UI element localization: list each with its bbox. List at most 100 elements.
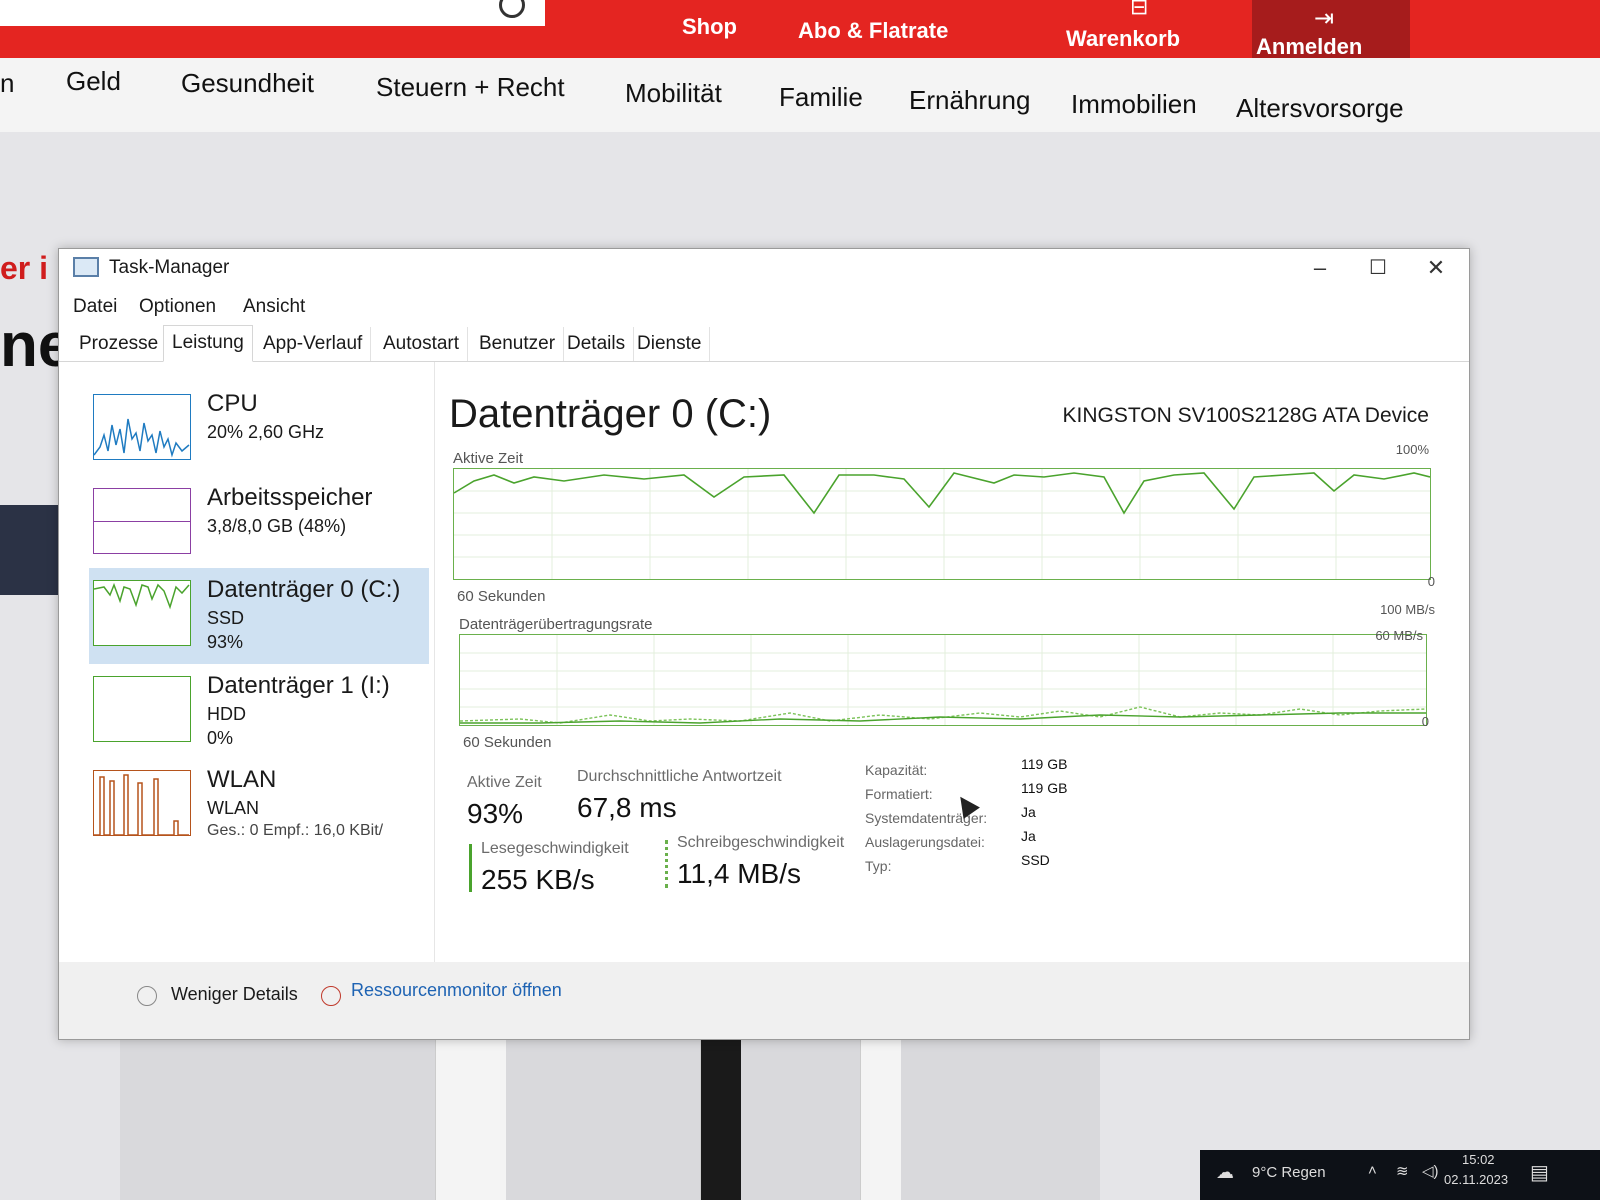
windows-taskbar: ☁ 9°C Regen ˄ ≋ ◁) 15:02 02.11.2023 ▤	[1200, 1150, 1600, 1200]
nav-item-mobilitaet[interactable]: Mobilität	[625, 78, 722, 109]
capacity-label: Kapazität:	[865, 762, 928, 778]
close-button[interactable]: ✕	[1409, 251, 1463, 285]
fewer-details-button[interactable]: Weniger Details	[171, 984, 298, 1005]
weather-icon[interactable]: ☁	[1216, 1162, 1234, 1183]
device-name: KINGSTON SV100S2128G ATA Device	[1062, 404, 1429, 427]
tab-app-verlauf[interactable]: App-Verlauf	[255, 327, 372, 361]
chevron-up-icon[interactable]	[137, 986, 157, 1006]
nav-item-partial[interactable]: n	[0, 68, 14, 99]
cart-icon: ⊟	[1130, 0, 1149, 19]
resource-disk-1[interactable]: Datenträger 1 (I:) HDD 0%	[89, 664, 429, 760]
formatted-value: 119 GB	[1021, 780, 1068, 796]
disk1-label: Datenträger 1 (I:)	[207, 672, 390, 699]
type-value: SSD	[1021, 852, 1050, 868]
nav-item-geld[interactable]: Geld	[66, 66, 121, 97]
cart-button[interactable]: ⊟ Warenkorb	[1030, 0, 1252, 58]
read-speed-indicator	[469, 844, 472, 892]
response-time-stat-value: 67,8 ms	[577, 792, 677, 823]
transfer-rate-max-label: 100 MB/s	[1380, 602, 1435, 617]
task-manager-app-icon	[73, 257, 99, 277]
open-resource-monitor-link[interactable]: Ressourcenmonitor öffnen	[351, 980, 562, 1001]
resource-cpu[interactable]: CPU 20% 2,60 GHz	[89, 382, 429, 478]
clock-date[interactable]: 02.11.2023	[1444, 1172, 1508, 1187]
active-time-graph-label: Aktive Zeit	[453, 450, 524, 467]
search-icon[interactable]	[499, 0, 525, 18]
maximize-button[interactable]: ☐	[1351, 251, 1405, 285]
nav-item-steuern-recht[interactable]: Steuern + Recht	[376, 72, 565, 103]
tab-dienste[interactable]: Dienste	[629, 327, 711, 361]
nav-item-immobilien[interactable]: Immobilien	[1071, 89, 1197, 120]
menu-datei[interactable]: Datei	[73, 296, 117, 318]
tab-prozesse[interactable]: Prozesse	[71, 327, 168, 361]
wlan-adapter: WLAN	[207, 798, 260, 818]
resource-monitor-icon[interactable]	[321, 986, 341, 1006]
resource-disk-0[interactable]: Datenträger 0 (C:) SSD 93%	[89, 568, 429, 664]
nav-item-gesundheit[interactable]: Gesundheit	[181, 68, 314, 99]
window-title: Task-Manager	[109, 257, 230, 278]
write-speed-value: 11,4 MB/s	[677, 858, 801, 889]
nav-item-altersvorsorge[interactable]: Altersvorsorge	[1236, 93, 1404, 124]
memory-thumbnail-graph	[93, 488, 191, 554]
menu-ansicht[interactable]: Ansicht	[243, 296, 305, 318]
title-bar[interactable]: Task-Manager – ☐ ✕	[59, 249, 1469, 287]
tab-benutzer[interactable]: Benutzer	[471, 327, 565, 361]
pagefile-value: Ja	[1021, 828, 1036, 844]
cart-label: Warenkorb	[1066, 26, 1181, 51]
login-icon: ⇥	[1314, 5, 1335, 32]
tray-chevron-icon[interactable]: ˄	[1368, 1162, 1377, 1179]
read-speed-label: Lesegeschwindigkeit	[481, 840, 629, 857]
capacity-value: 119 GB	[1021, 756, 1068, 772]
shop-link[interactable]: Shop	[682, 14, 737, 40]
system-disk-value: Ja	[1021, 804, 1036, 820]
disk0-usage: 93%	[207, 632, 244, 652]
write-speed-label: Schreibgeschwindigkeit	[677, 834, 845, 851]
resource-list: CPU 20% 2,60 GHz Arbeitsspeicher 3,8/8,0…	[59, 362, 435, 962]
volume-icon[interactable]: ◁)	[1422, 1162, 1439, 1180]
detail-title: Datenträger 0 (C:)	[449, 392, 772, 436]
tab-details[interactable]: Details	[559, 327, 635, 361]
site-search-bar[interactable]	[0, 0, 545, 26]
weather-text[interactable]: 9°C Regen	[1252, 1164, 1326, 1181]
hero-headline-fragment: er i	[0, 250, 49, 286]
window-footer: Weniger Details Ressourcenmonitor öffnen	[59, 962, 1469, 1038]
disk0-type: SSD	[207, 608, 245, 628]
active-time-stat-label: Aktive Zeit	[467, 774, 542, 791]
read-speed-value: 255 KB/s	[481, 864, 595, 895]
wlan-thumbnail-graph	[93, 770, 191, 836]
transfer-rate-graph	[459, 634, 1427, 726]
wifi-icon[interactable]: ≋	[1396, 1162, 1409, 1180]
site-category-nav: n Geld Gesundheit Steuern + Recht Mobili…	[0, 58, 1600, 132]
write-speed-indicator	[665, 840, 671, 888]
task-manager-window: Task-Manager – ☐ ✕ Datei Optionen Ansich…	[58, 248, 1470, 1040]
disk1-type: HDD	[207, 704, 246, 724]
type-label: Typ:	[865, 858, 892, 874]
transfer-rate-min-label: 0	[1421, 714, 1429, 729]
active-time-line	[454, 469, 1430, 579]
tab-leistung[interactable]: Leistung	[163, 325, 253, 362]
transfer-rate-mid-label: 60 MB/s	[1375, 628, 1423, 643]
disk0-thumbnail-graph	[93, 580, 191, 646]
minimize-button[interactable]: –	[1293, 251, 1347, 285]
wlan-throughput: Ges.: 0 Empf.: 16,0 KBit/	[207, 822, 384, 839]
tab-autostart[interactable]: Autostart	[375, 327, 469, 361]
abo-flatrate-link[interactable]: Abo & Flatrate	[798, 18, 948, 44]
resource-memory[interactable]: Arbeitsspeicher 3,8/8,0 GB (48%)	[89, 476, 429, 572]
transfer-rate-line	[460, 635, 1426, 725]
cpu-sparkline	[93, 418, 190, 458]
nav-item-familie[interactable]: Familie	[779, 82, 863, 113]
menu-optionen[interactable]: Optionen	[139, 296, 216, 318]
clock-time[interactable]: 15:02	[1462, 1152, 1495, 1167]
transfer-rate-duration: 60 Sekunden	[463, 734, 552, 751]
cpu-usage: 20% 2,60 GHz	[207, 422, 325, 442]
disk-detail-panel: Datenträger 0 (C:) KINGSTON SV100S2128G …	[435, 362, 1469, 962]
active-time-stat-value: 93%	[467, 798, 524, 829]
disk1-usage: 0%	[207, 728, 234, 748]
active-time-duration: 60 Sekunden	[457, 588, 546, 605]
wlan-label: WLAN	[207, 766, 277, 793]
disk0-sparkline	[93, 582, 190, 610]
disk0-label: Datenträger 0 (C:)	[207, 576, 401, 603]
cpu-thumbnail-graph	[93, 394, 191, 460]
notification-icon[interactable]: ▤	[1530, 1160, 1549, 1185]
resource-wlan[interactable]: WLAN WLAN Ges.: 0 Empf.: 16,0 KBit/	[89, 758, 429, 854]
nav-item-ernaehrung[interactable]: Ernährung	[909, 85, 1030, 116]
